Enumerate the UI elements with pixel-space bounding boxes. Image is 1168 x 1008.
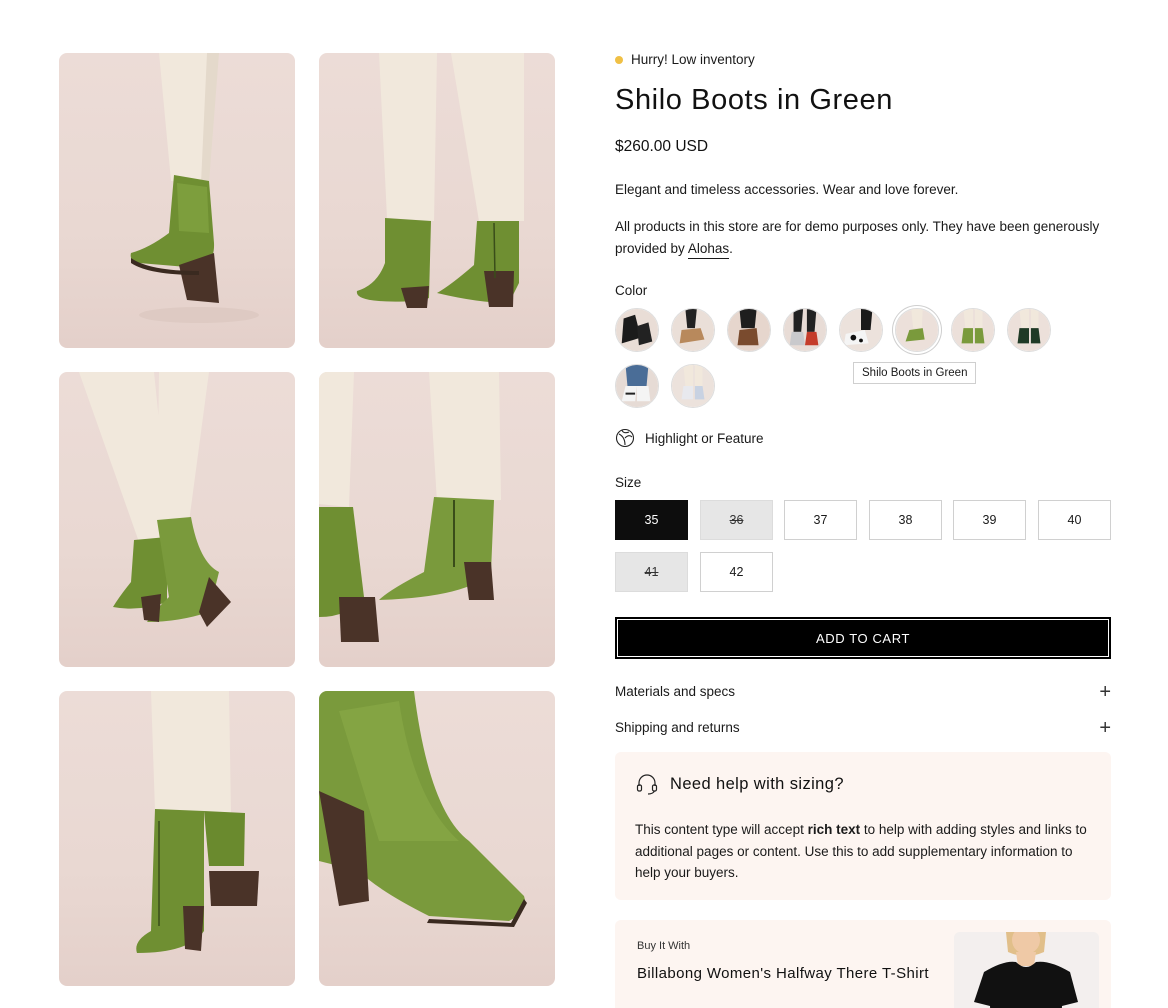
size-option-37[interactable]: 37	[784, 500, 857, 540]
product-image-3[interactable]	[59, 372, 295, 667]
size-option-35[interactable]: 35	[615, 500, 688, 540]
size-option-42[interactable]: 42	[700, 552, 773, 592]
inventory-status: Hurry! Low inventory	[615, 52, 755, 67]
sizing-help-panel: Need help with sizing? This content type…	[615, 752, 1111, 900]
accordion-materials[interactable]: Materials and specs +	[615, 680, 1111, 703]
color-swatch-green[interactable]	[895, 308, 939, 352]
boots-back-photo	[136, 691, 259, 953]
color-swatch-silver[interactable]	[783, 308, 827, 352]
help-body-bold: rich text	[807, 822, 861, 837]
color-tooltip: Shilo Boots in Green	[853, 362, 977, 384]
add-to-cart-button[interactable]: ADD TO CART	[615, 617, 1111, 659]
product-image-6[interactable]	[319, 691, 555, 986]
inventory-text: Hurry! Low inventory	[631, 52, 755, 67]
leaf-globe-icon	[615, 428, 635, 448]
sizing-help-header: Need help with sizing?	[635, 772, 1091, 796]
boots-walking-photo	[79, 372, 231, 627]
product-image-5[interactable]	[59, 691, 295, 986]
color-swatch-white-blue[interactable]	[671, 364, 715, 408]
help-body-prefix: This content type will accept	[635, 822, 808, 837]
size-option-38[interactable]: 38	[869, 500, 942, 540]
disclaimer-suffix: .	[729, 240, 733, 256]
size-option-40[interactable]: 40	[1038, 500, 1111, 540]
product-price: $260.00 USD	[615, 138, 709, 155]
tshirt-model-photo	[954, 932, 1099, 1008]
color-swatch-brown[interactable]	[727, 308, 771, 352]
product-image-2[interactable]	[319, 53, 555, 348]
color-swatch-dark-green[interactable]	[1007, 308, 1051, 352]
color-swatch-black[interactable]	[615, 308, 659, 352]
color-label: Color	[615, 283, 648, 298]
feature-label: Highlight or Feature	[645, 430, 764, 446]
product-description: Elegant and timeless accessories. Wear a…	[615, 182, 959, 197]
color-swatch-denim-white[interactable]	[615, 364, 659, 408]
size-option-39[interactable]: 39	[953, 500, 1026, 540]
product-image-4[interactable]	[319, 372, 555, 667]
size-option-41[interactable]: 41	[615, 552, 688, 592]
boots-pair-photo	[356, 53, 524, 308]
color-swatch-cow-print[interactable]	[839, 308, 883, 352]
boots-side-close-photo	[319, 372, 501, 642]
size-label: Size	[615, 475, 642, 490]
alohas-link[interactable]: Alohas	[687, 240, 730, 259]
plus-icon: +	[1099, 716, 1111, 739]
product-disclaimer: All products in this store are for demo …	[615, 216, 1111, 259]
color-swatch-green-2[interactable]	[951, 308, 995, 352]
sizing-help-title: Need help with sizing?	[670, 774, 844, 793]
boot-side-photo	[130, 53, 259, 323]
accordion-shipping[interactable]: Shipping and returns +	[615, 716, 1111, 739]
product-feature: Highlight or Feature	[615, 428, 764, 448]
bundle-product-image[interactable]	[954, 932, 1099, 1008]
color-swatch-tan[interactable]	[671, 308, 715, 352]
size-option-36[interactable]: 36	[700, 500, 773, 540]
inventory-dot-icon	[615, 55, 623, 64]
bundle-product-name[interactable]: Billabong Women's Halfway There T-Shirt	[637, 965, 937, 983]
buy-it-with-panel: Buy It With Billabong Women's Halfway Th…	[615, 920, 1111, 1008]
product-image-1[interactable]	[59, 53, 295, 348]
headset-icon	[636, 774, 658, 795]
accordion-materials-label: Materials and specs	[615, 684, 736, 699]
buy-it-with-label: Buy It With	[637, 940, 691, 952]
sizing-help-body: This content type will accept rich text …	[635, 819, 1091, 884]
product-title: Shilo Boots in Green	[615, 84, 893, 116]
boot-toe-closeup-photo	[319, 691, 527, 927]
plus-icon: +	[1099, 680, 1111, 703]
accordion-shipping-label: Shipping and returns	[615, 720, 740, 735]
